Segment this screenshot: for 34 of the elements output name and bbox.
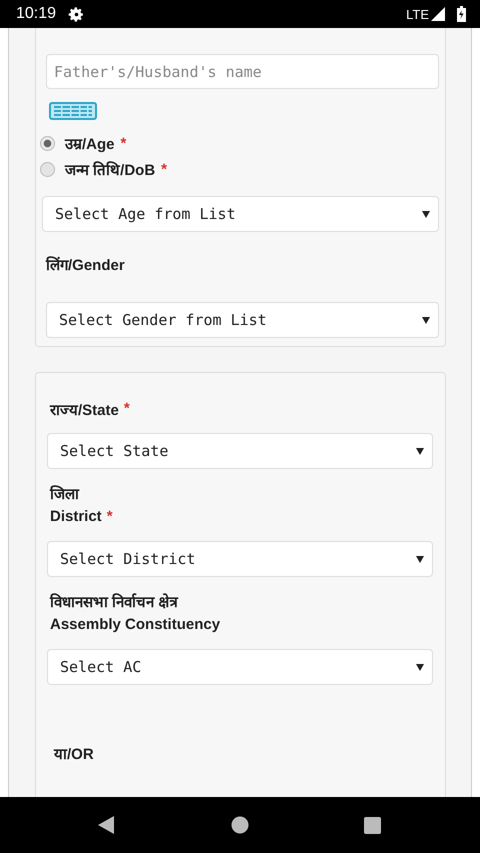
back-icon[interactable] <box>97 815 115 835</box>
field-label: Assembly Constituency <box>50 616 220 633</box>
gender-select[interactable]: Select Gender from List <box>46 302 439 338</box>
caret-icon <box>422 210 430 218</box>
settings-icon <box>68 6 86 22</box>
or-label: या/OR <box>54 745 95 763</box>
radio-label: उम्र/Age <box>65 135 115 153</box>
caret-icon <box>416 556 424 562</box>
field-label: जिला <box>50 484 79 502</box>
clock-time: 10:19 <box>16 5 56 23</box>
dropdown-select[interactable]: Select AC <box>47 649 433 685</box>
caret-icon <box>416 664 424 670</box>
field-label: District <box>50 508 102 525</box>
network-type: LTE <box>406 6 429 22</box>
radio-label: जन्म तिथि/DoB <box>65 160 156 179</box>
field-label: लिंग/Gender <box>46 255 126 272</box>
age-select[interactable]: Select Age from List <box>42 196 439 232</box>
caret-icon <box>422 316 430 324</box>
caret-icon <box>416 448 424 454</box>
field-label: राज्य/State <box>50 400 119 418</box>
required-mark: * <box>120 134 126 152</box>
signal-icon <box>431 7 445 21</box>
dropdown-select[interactable]: Select State <box>47 433 433 469</box>
recents-icon[interactable] <box>364 816 381 834</box>
name-input-field[interactable]: Father's/Husband's name <box>46 54 439 89</box>
field-label: विधानसभा निर्वाचन क्षेत्र <box>50 592 178 610</box>
dropdown-select[interactable]: Select District <box>47 541 433 577</box>
required-mark: * <box>124 400 130 417</box>
home-icon[interactable] <box>230 816 248 834</box>
required-mark: * <box>161 160 168 178</box>
radio-button[interactable] <box>40 162 55 176</box>
required-mark: * <box>106 508 113 525</box>
battery-icon <box>457 6 466 22</box>
radio-button[interactable] <box>40 136 55 150</box>
